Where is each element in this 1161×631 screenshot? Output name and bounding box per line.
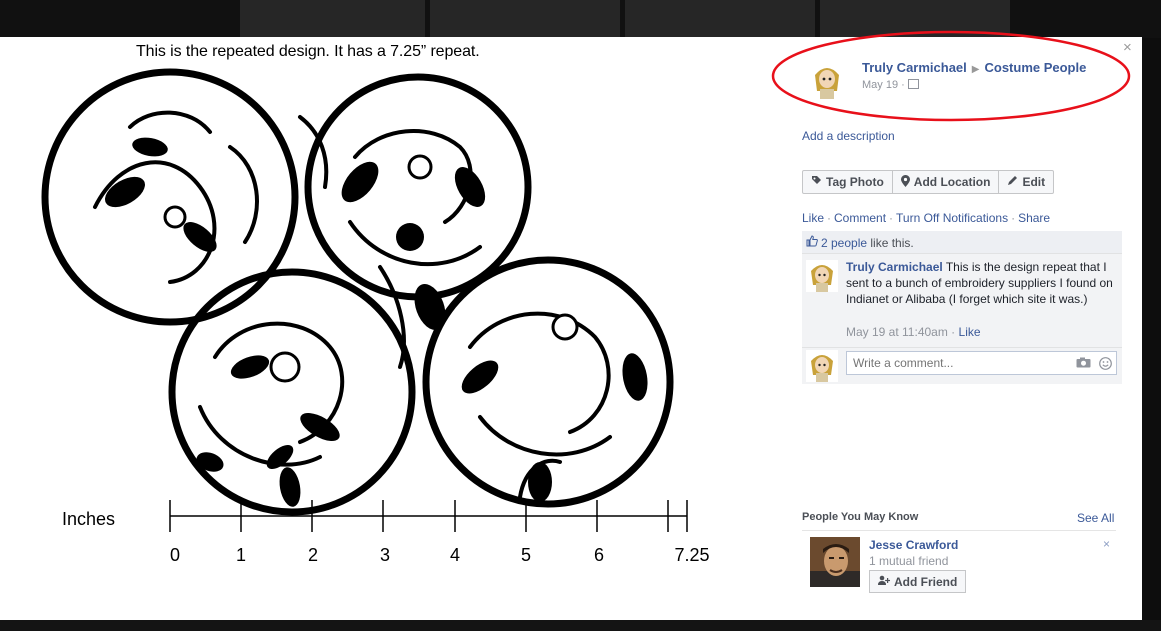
audience-icon[interactable]	[907, 79, 919, 89]
owner-name-link[interactable]: Truly Carmichael	[862, 60, 967, 75]
comment-author-link[interactable]: Truly Carmichael	[846, 260, 943, 274]
add-friend-button[interactable]: Add Friend	[869, 570, 967, 593]
like-link[interactable]: Like	[802, 211, 824, 225]
see-all-link[interactable]: See All	[1077, 511, 1114, 525]
comment-meta: May 19 at 11:40am · Like	[846, 325, 981, 339]
tag-icon	[811, 175, 822, 189]
location-pin-icon	[900, 174, 910, 190]
share-link[interactable]: Share	[1018, 211, 1050, 225]
add-location-button[interactable]: Add Location	[891, 170, 1000, 194]
add-location-label: Add Location	[913, 175, 991, 189]
add-friend-icon	[878, 575, 891, 589]
action-separator: ·	[827, 211, 832, 225]
ruler-unit-label: Inches	[62, 509, 116, 529]
pymk-avatar[interactable]	[810, 537, 860, 587]
post-date-text[interactable]: May 19 ·	[862, 79, 905, 91]
notifications-link[interactable]: Turn Off Notifications	[896, 211, 1008, 225]
background-thumbnail	[240, 0, 425, 38]
ruler-tick-label: 1	[235, 545, 247, 565]
viewer-background-bottom	[0, 620, 1161, 631]
comment-item: Truly Carmichael This is the design repe…	[802, 254, 1122, 348]
smiley-icon[interactable]	[1099, 357, 1112, 370]
photo-stage[interactable]: This is the repeated design. It has a 7.…	[0, 37, 789, 620]
background-thumbnail	[820, 0, 1010, 38]
ruler-tick-label: 2	[307, 545, 319, 565]
background-thumbnail	[430, 0, 620, 38]
close-icon[interactable]: ×	[1103, 537, 1110, 551]
tag-photo-label: Tag Photo	[826, 175, 884, 189]
write-comment-row	[802, 348, 1122, 384]
add-friend-label: Add Friend	[894, 574, 958, 589]
action-separator: ·	[1011, 211, 1016, 225]
likes-count-link[interactable]: 2 people	[821, 236, 867, 250]
action-separator: ·	[889, 211, 894, 225]
thumbs-up-icon	[806, 235, 818, 250]
ruler-tick-label: 0	[169, 545, 181, 565]
divider	[802, 530, 1116, 531]
comment-timestamp[interactable]: May 19 at 11:40am	[846, 325, 948, 339]
comment-link[interactable]: Comment	[834, 211, 886, 225]
ruler-tick-label: 7.25	[674, 545, 710, 565]
design-caption: This is the repeated design. It has a 7.…	[136, 43, 480, 60]
ufi-actions: Like · Comment · Turn Off Notifications · Shar…	[802, 211, 1050, 225]
comment-body: Truly Carmichael This is the design repe…	[846, 259, 1116, 307]
pymk-header: People You May Know	[802, 511, 919, 523]
viewer-avatar	[806, 350, 838, 382]
floral-design-illustration	[41, 68, 688, 532]
meta-separator: ·	[947, 325, 959, 339]
group-name-link[interactable]: Costume People	[984, 60, 1086, 75]
viewer-background-top	[0, 0, 1161, 38]
post-owner-line: Truly Carmichael ▶ Costume People	[862, 60, 1086, 75]
background-thumbnail	[625, 0, 815, 38]
post-date: May 19 ·	[862, 79, 919, 91]
ruler-tick-label: 6	[593, 545, 605, 565]
photo-action-buttons: Tag Photo Add Location Edit	[802, 170, 1055, 194]
likes-summary: 2 people like this.	[802, 231, 1122, 254]
pymk-name-link[interactable]: Jesse Crawford	[869, 538, 958, 552]
pymk-mutual-friends[interactable]: 1 mutual friend	[869, 554, 948, 568]
close-icon[interactable]: ×	[1123, 39, 1132, 56]
owner-avatar[interactable]	[809, 61, 845, 101]
likes-suffix: like this.	[867, 236, 914, 250]
edit-button[interactable]: Edit	[998, 170, 1055, 194]
comment-like-link[interactable]: Like	[959, 325, 981, 339]
camera-icon[interactable]	[1076, 357, 1091, 368]
arrow-right-icon: ▶	[971, 64, 980, 75]
pencil-icon	[1007, 175, 1018, 189]
ruler-tick-label: 4	[449, 545, 461, 565]
add-description-link[interactable]: Add a description	[802, 129, 895, 143]
ruler-tick-label: 3	[379, 545, 391, 565]
photo-side-panel: × Truly Carmichael ▶ Costume People May 19…	[771, 30, 1142, 620]
ufi-box: 2 people like this. Truly Carmichael Thi…	[802, 231, 1122, 384]
edit-label: Edit	[1022, 175, 1046, 189]
commenter-avatar[interactable]	[806, 260, 838, 292]
tag-photo-button[interactable]: Tag Photo	[802, 170, 893, 194]
ruler-tick-label: 5	[520, 545, 532, 565]
